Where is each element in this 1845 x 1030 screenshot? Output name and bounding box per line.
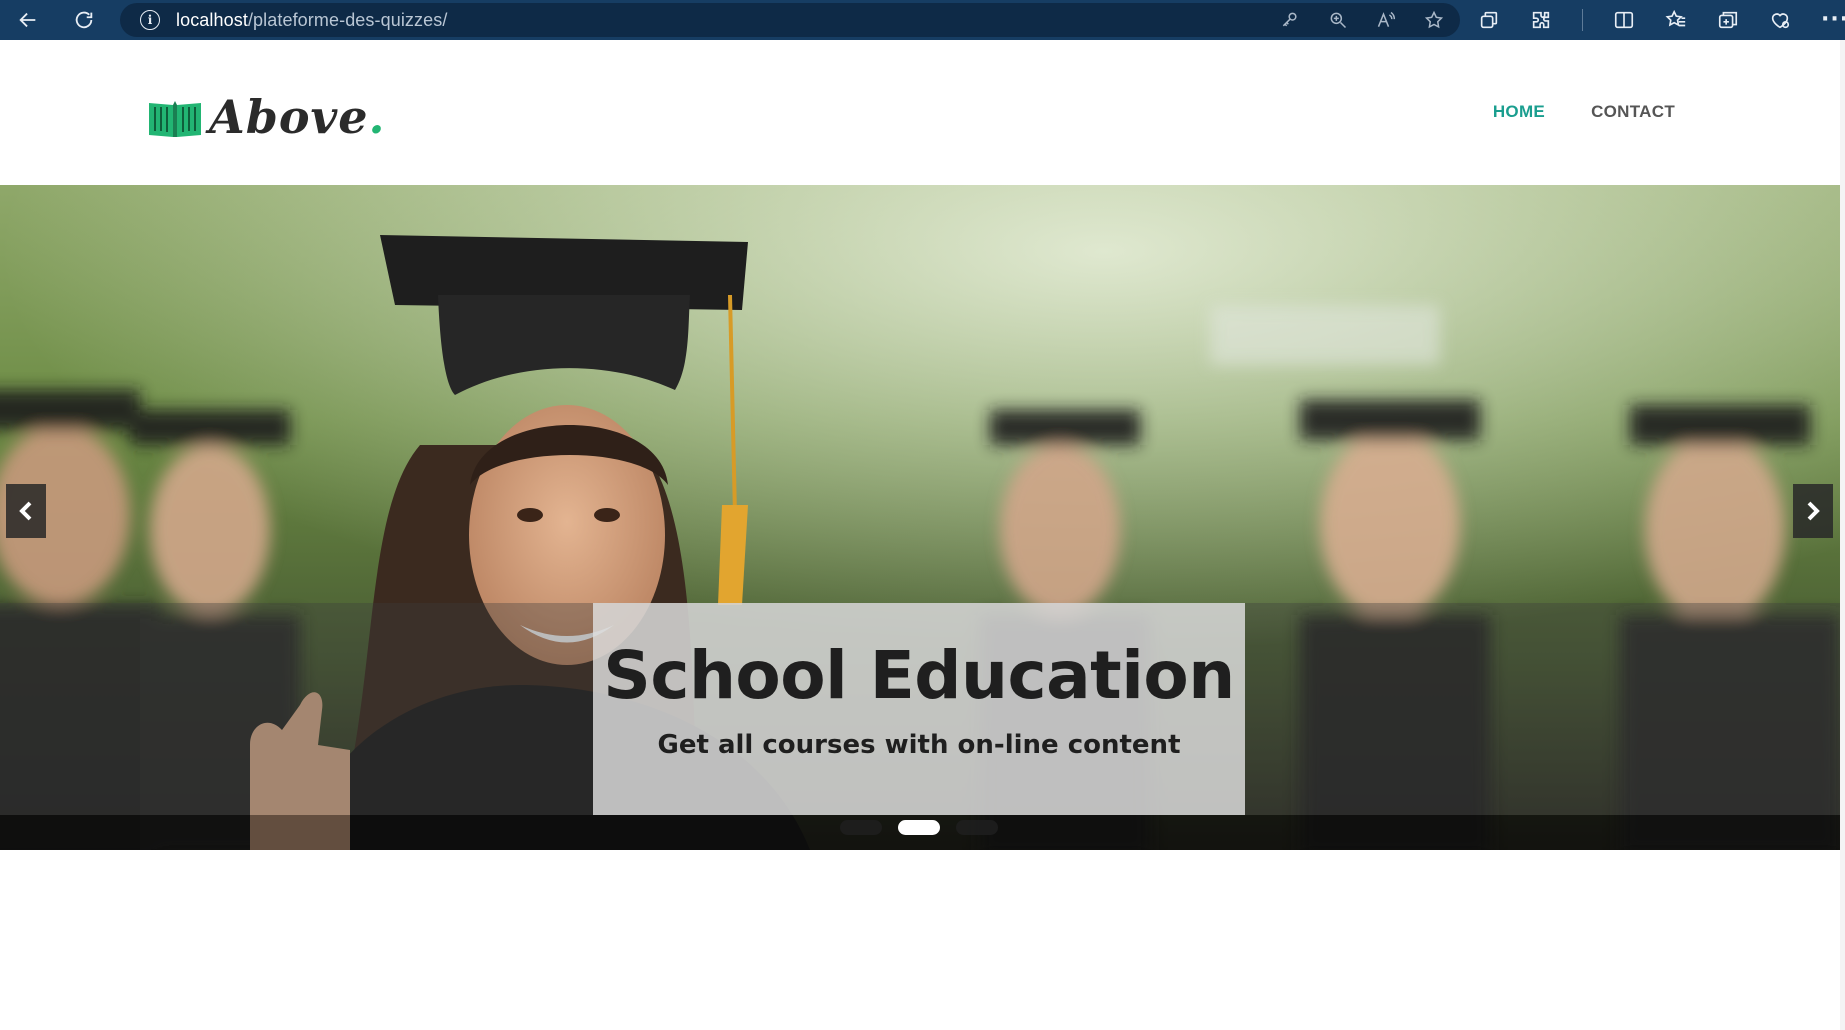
more-options-icon[interactable]: ··· [1821,9,1845,31]
page-scrollbar[interactable] [1840,40,1845,1030]
chevron-left-icon [19,501,32,521]
slide-indicator-3[interactable] [956,820,998,835]
slide-caption: School Education Get all courses with on… [593,603,1245,815]
toolbar-divider [1582,9,1583,31]
slider-indicators [840,820,998,835]
site-info-icon[interactable]: i [140,10,160,30]
url-text[interactable]: localhost/plateforme-des-quizzes/ [176,10,447,31]
site-header: Above. HOME CONTACT [0,40,1845,185]
logo-dot: . [368,90,386,144]
hero-slider: School Education Get all courses with on… [0,185,1840,850]
nav-contact-link[interactable]: CONTACT [1591,102,1675,122]
slider-prev-button[interactable] [6,484,46,538]
slide-indicator-2[interactable] [898,820,940,835]
split-screen-icon[interactable] [1613,9,1635,31]
main-navigation: HOME CONTACT [1493,102,1675,122]
logo-wordmark: Above. [209,90,386,144]
favorite-star-icon[interactable] [1424,10,1444,30]
refresh-button[interactable] [62,0,106,40]
slide-subtitle: Get all courses with on-line content [657,730,1181,760]
chevron-right-icon [1807,501,1820,521]
favorites-icon[interactable] [1665,9,1687,31]
address-bar[interactable]: i localhost/plateforme-des-quizzes/ [120,3,1460,37]
url-path: /plateforme-des-quizzes/ [247,9,448,30]
browser-essentials-icon[interactable] [1769,9,1791,31]
refresh-icon [75,11,93,29]
slider-next-button[interactable] [1793,484,1833,538]
site-logo[interactable]: Above. [147,90,386,144]
browser-toolbar: i localhost/plateforme-des-quizzes/ ··· [0,0,1845,40]
slide-indicator-1[interactable] [840,820,882,835]
open-book-logo-icon [149,101,201,137]
slide-title: School Education [603,637,1235,714]
key-icon[interactable] [1280,10,1300,30]
back-button[interactable] [6,0,50,40]
nav-home-link[interactable]: HOME [1493,102,1545,122]
read-aloud-icon[interactable] [1376,10,1396,30]
logo-text: Above [209,90,369,144]
extensions-icon[interactable] [1530,9,1552,31]
arrow-left-icon [19,12,36,28]
zoom-icon[interactable] [1328,10,1348,30]
web-page: Above. HOME CONTACT School Education Get… [0,40,1845,1030]
tab-collections-icon[interactable] [1717,9,1739,31]
url-host: localhost [176,9,248,30]
collections-icon[interactable] [1478,9,1500,31]
